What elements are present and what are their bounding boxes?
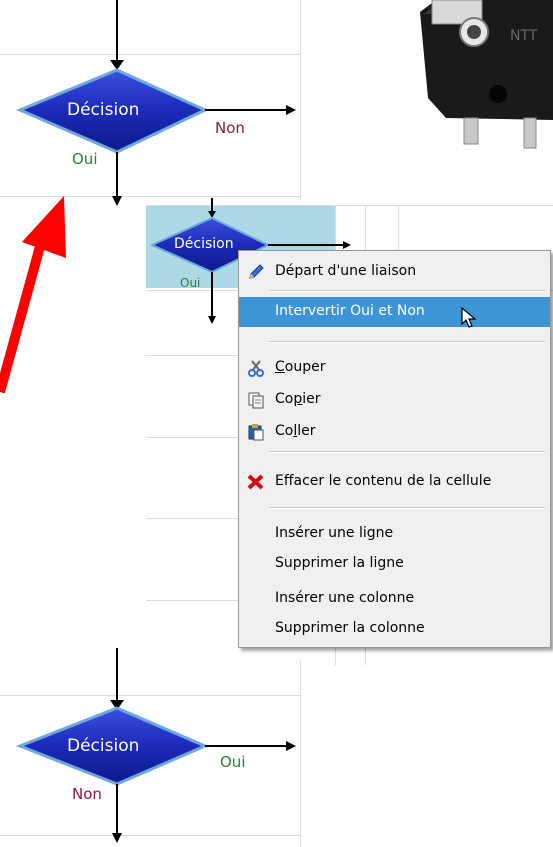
accelerator-letter: p: [293, 391, 303, 407]
accelerator-letter: C: [275, 359, 285, 375]
svg-text:NTT: NTT: [510, 28, 538, 44]
non-label: Non: [215, 119, 245, 137]
micro-switch-photo: NTT: [412, 0, 553, 150]
menu-item-inserer-colonne[interactable]: Insérer une colonne: [239, 584, 550, 614]
menu-separator: [269, 451, 545, 453]
menu-item-label-pre: Co: [275, 423, 294, 439]
menu-item-copier[interactable]: Copier: [239, 385, 550, 415]
menu-item-depart-liaison[interactable]: Départ d'une liaison: [239, 257, 550, 287]
menu-item-couper[interactable]: Couper: [239, 353, 550, 383]
decision-label: Décision: [67, 736, 140, 756]
menu-item-label-rest: ouper: [284, 359, 326, 375]
menu-separator: [269, 507, 545, 509]
decision-label: Décision: [67, 100, 140, 120]
delete-x-icon: [247, 474, 264, 490]
menu-item-label-pre: Co: [275, 391, 294, 407]
scissors-icon: [248, 360, 264, 377]
oui-label: Oui: [220, 753, 246, 771]
menu-item-label: Copier: [275, 391, 321, 407]
menu-item-supprimer-ligne[interactable]: Supprimer la ligne: [239, 549, 550, 579]
oui-label: Oui: [72, 150, 98, 168]
bottom-flowchart: [15, 648, 296, 843]
menu-separator: [269, 341, 545, 343]
mouse-cursor-icon: [461, 307, 477, 328]
menu-item-inserer-ligne[interactable]: Insérer une ligne: [239, 519, 550, 549]
menu-item-label-rest: ler: [297, 423, 316, 439]
menu-item-label: Intervertir Oui et Non: [275, 303, 425, 319]
menu-item-label-rest: ier: [302, 391, 321, 407]
pencil-icon: [249, 264, 264, 279]
menu-item-label: Effacer le contenu de la cellule: [275, 473, 492, 489]
menu-item-supprimer-colonne[interactable]: Supprimer la colonne: [239, 614, 550, 644]
context-menu: Départ d'une liaison Intervertir Oui et …: [238, 250, 551, 648]
menu-item-label: Supprimer la colonne: [275, 620, 425, 636]
menu-item-effacer[interactable]: Effacer le contenu de la cellule: [239, 467, 550, 497]
menu-item-label: Coller: [275, 423, 316, 439]
paste-icon: [248, 424, 264, 441]
oui-label: Oui: [180, 276, 201, 290]
menu-item-label: Insérer une ligne: [275, 525, 394, 541]
menu-separator: [269, 290, 545, 292]
menu-item-label: Couper: [275, 359, 325, 375]
menu-item-intervertir[interactable]: Intervertir Oui et Non: [239, 297, 550, 328]
copy-icon: [248, 392, 264, 409]
menu-item-label: Insérer une colonne: [275, 590, 415, 606]
menu-item-label: Supprimer la ligne: [275, 555, 404, 571]
menu-item-coller[interactable]: Coller: [239, 417, 550, 447]
top-flowchart: [16, 0, 296, 206]
non-label: Non: [72, 785, 102, 803]
menu-item-label: Départ d'une liaison: [275, 263, 417, 279]
decision-label: Décision: [174, 236, 234, 252]
red-arrow: [0, 196, 66, 394]
